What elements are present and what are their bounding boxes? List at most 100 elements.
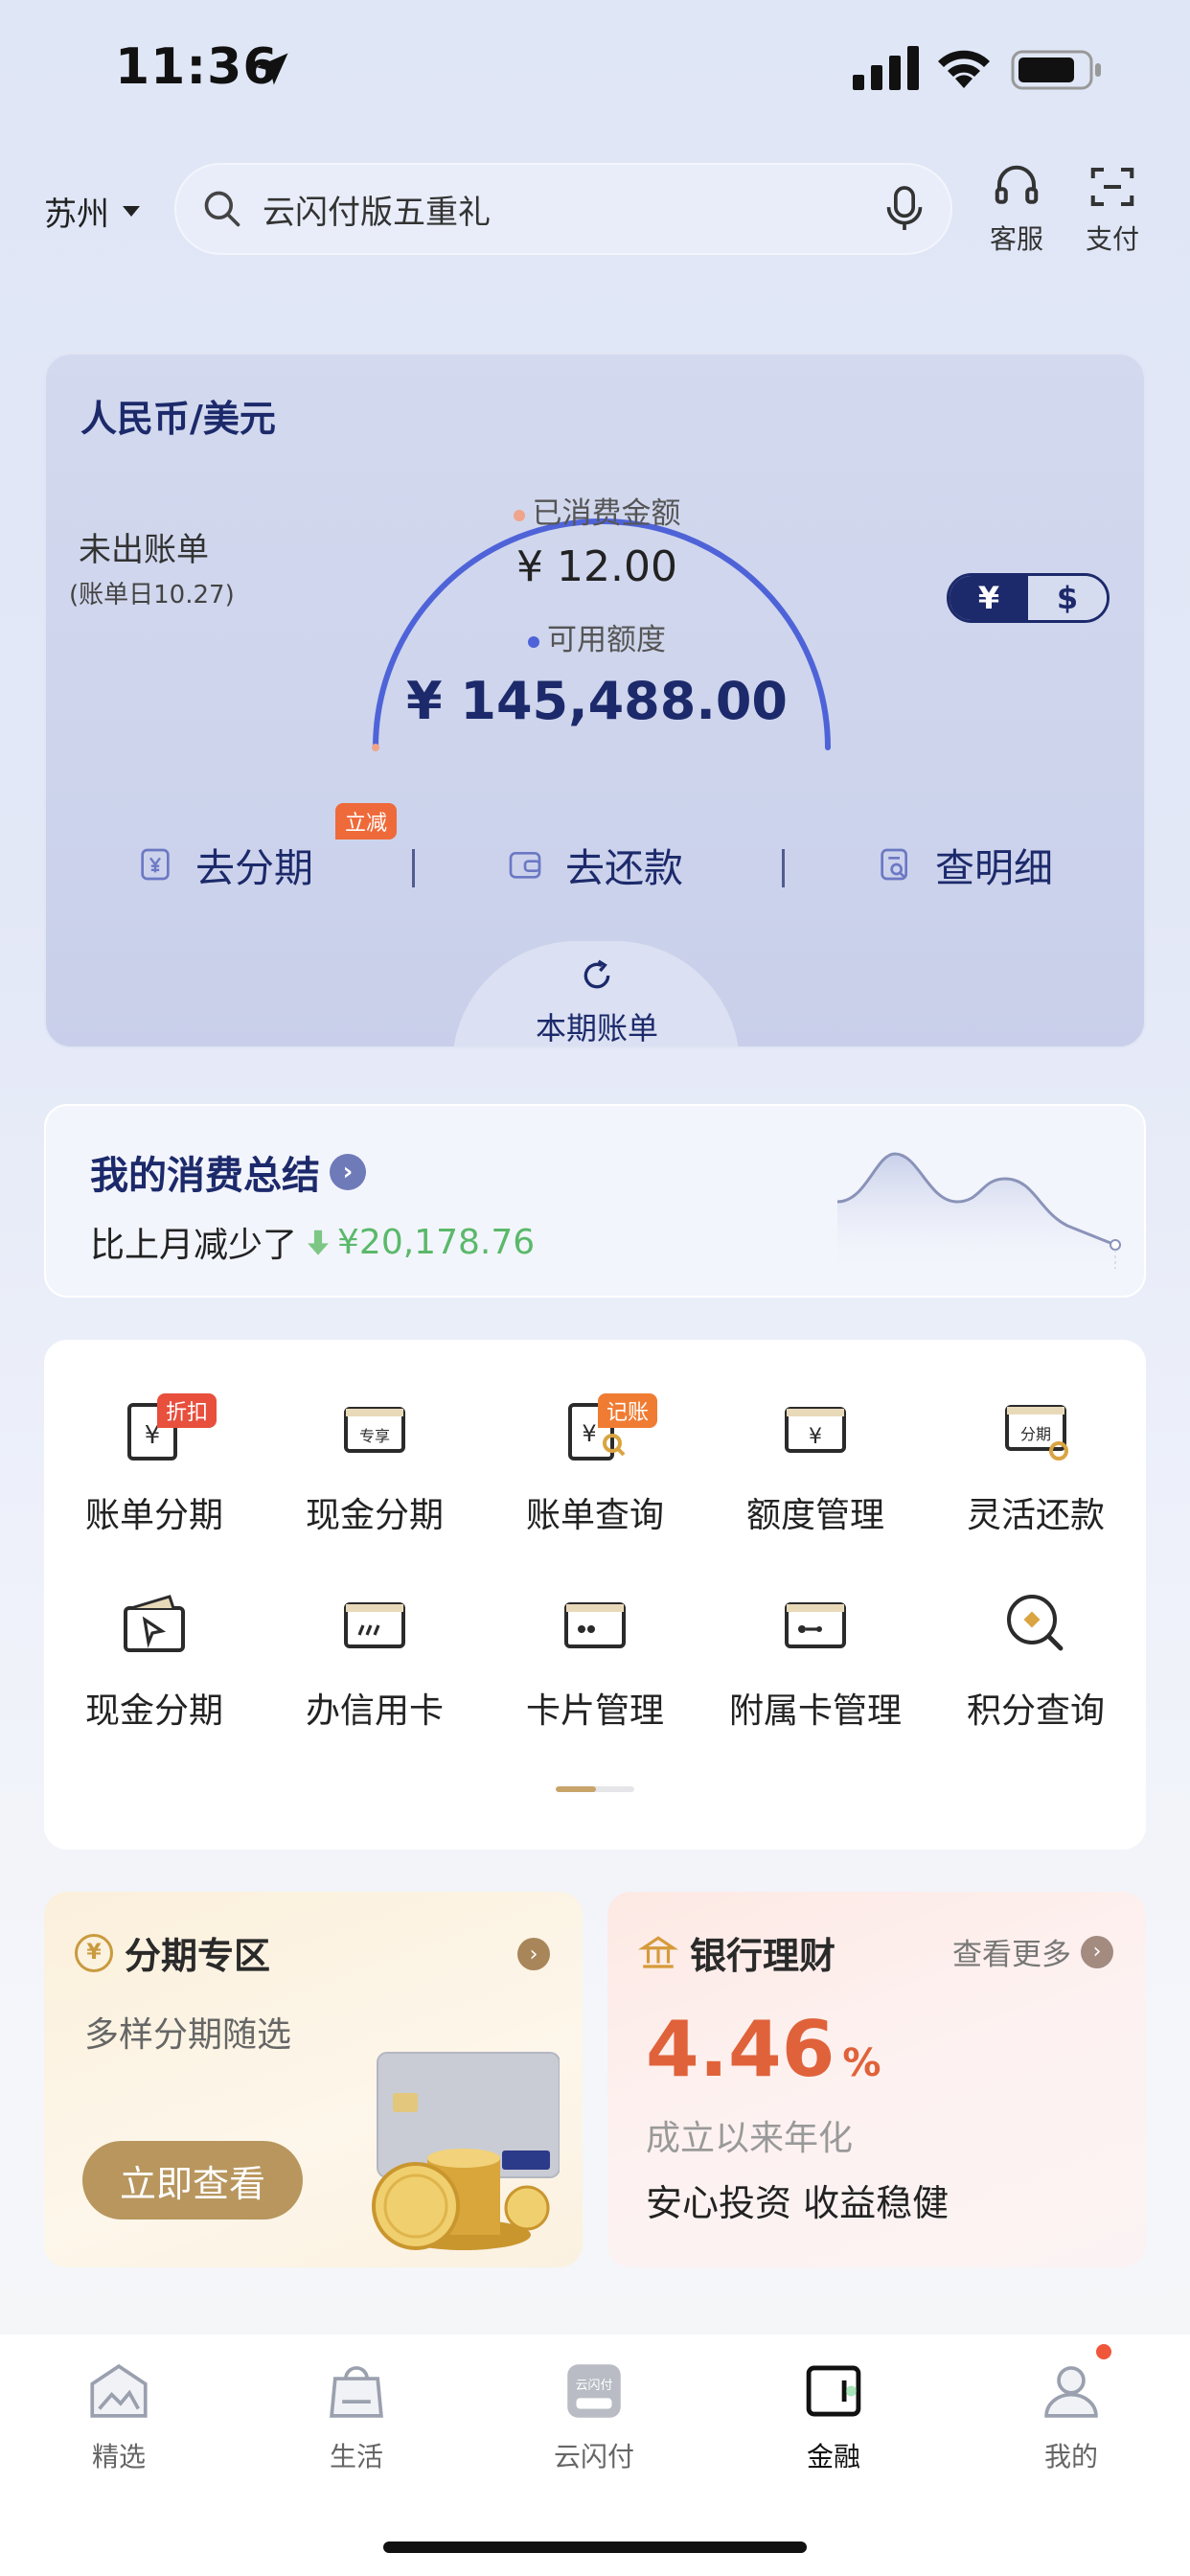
available-dot bbox=[528, 635, 539, 648]
menu-label: 账单分期 bbox=[84, 1496, 223, 1535]
battery-icon bbox=[1011, 50, 1101, 90]
menu-badge: 折扣 bbox=[157, 1393, 217, 1428]
repay-action-button[interactable]: 去还款 bbox=[506, 836, 683, 893]
home-indicator bbox=[383, 2542, 807, 2553]
available-value: ¥ 145,488.00 bbox=[406, 671, 788, 731]
cash-installment-exclusive-icon: 专享 bbox=[344, 1407, 405, 1453]
menu-label: 卡片管理 bbox=[525, 1691, 664, 1731]
microphone-icon[interactable] bbox=[883, 184, 926, 234]
wealth-slogan: 安心投资 收益稳健 bbox=[646, 2182, 950, 2224]
tab-featured[interactable]: 精选 bbox=[42, 2356, 195, 2474]
menu-item-limit-management[interactable]: ¥ 额度管理 bbox=[705, 1390, 926, 1572]
tab-label: 我的 bbox=[1043, 2441, 1098, 2472]
menu-label: 额度管理 bbox=[745, 1496, 884, 1535]
rate-description: 成立以来年化 bbox=[646, 2119, 854, 2158]
function-grid: ¥ 账单分期 折扣 专享 现金分期 ¥ 账单查询 记账 ¥ 额度管理 分期 灵活… bbox=[44, 1340, 1146, 1850]
tab-label: 金融 bbox=[806, 2441, 860, 2472]
menu-item-bill-installment[interactable]: ¥ 账单分期 bbox=[44, 1390, 264, 1572]
bank-wealth-card[interactable]: 银行理财 查看更多 › 4.46% 成立以来年化 安心投资 收益稳健 bbox=[607, 1892, 1146, 2267]
menu-badge: 记账 bbox=[598, 1393, 658, 1428]
see-more-label: 查看更多 bbox=[952, 1938, 1071, 1972]
chevron-right-icon[interactable]: › bbox=[517, 1938, 550, 1970]
summary-title: 我的消费总结 bbox=[90, 1154, 320, 1198]
down-arrow-icon bbox=[308, 1230, 329, 1255]
installment-yen-icon bbox=[141, 848, 170, 881]
installment-action-button[interactable]: 去分期 bbox=[136, 836, 313, 893]
svg-text:专享: 专享 bbox=[359, 1427, 390, 1445]
tab-mine[interactable]: 我的 bbox=[995, 2356, 1148, 2474]
currency-toggle[interactable]: ¥ $ bbox=[947, 573, 1110, 623]
details-action-button[interactable]: 查明细 bbox=[876, 836, 1053, 893]
view-now-button[interactable]: 立即查看 bbox=[82, 2141, 303, 2220]
menu-item-bill-query[interactable]: ¥ 账单查询 bbox=[485, 1390, 705, 1572]
menu-item-points-query[interactable]: 积分查询 bbox=[926, 1585, 1146, 1767]
current-period-label[interactable]: 本期账单 bbox=[46, 1004, 1144, 1046]
trend-sparkline bbox=[837, 1152, 1121, 1269]
city-selector[interactable]: 苏州 bbox=[44, 188, 140, 235]
apply-card-icon bbox=[344, 1602, 405, 1648]
rate-value: 4.46 bbox=[646, 2005, 835, 2094]
details-label: 查明细 bbox=[935, 845, 1053, 891]
chevron-right-icon: › bbox=[1081, 1935, 1113, 1968]
detail-search-icon bbox=[881, 848, 907, 881]
menu-item-wallet-cash[interactable]: 现金分期 bbox=[44, 1585, 264, 1767]
installment-zone-title: 分期专区 bbox=[125, 1935, 271, 1977]
svg-text:¥: ¥ bbox=[809, 1425, 822, 1449]
scan-pay-icon bbox=[1090, 167, 1134, 207]
menu-label: 积分查询 bbox=[966, 1691, 1105, 1731]
home-picture-icon bbox=[90, 2363, 148, 2418]
divider bbox=[412, 849, 415, 887]
currency-usd[interactable]: $ bbox=[1028, 576, 1107, 620]
tab-label: 精选 bbox=[91, 2441, 146, 2472]
wallet-icon bbox=[509, 852, 541, 879]
finance-wallet-icon bbox=[806, 2365, 861, 2417]
spent-label-row: 已消费金额 bbox=[46, 489, 1144, 532]
supplementary-card-icon bbox=[785, 1602, 846, 1648]
bill-card: 人民币/美元 未出账单 (账单日10.27) 已消费金额 ¥ 12.00 可用额… bbox=[44, 353, 1146, 1048]
customer-service-button[interactable]: 客服 bbox=[973, 161, 1060, 257]
chevron-right-icon: › bbox=[330, 1154, 366, 1190]
menu-item-flexible-repayment[interactable]: 分期 灵活还款 bbox=[926, 1390, 1146, 1572]
wifi-icon bbox=[938, 50, 990, 88]
menu-item-supplementary-card[interactable]: 附属卡管理 bbox=[705, 1585, 926, 1767]
repay-label: 去还款 bbox=[565, 845, 683, 891]
consumption-summary-card[interactable]: 我的消费总结 › 比上月减少了 ¥20,178.76 bbox=[44, 1104, 1146, 1298]
search-bar[interactable]: 云闪付版五重礼 bbox=[174, 163, 952, 255]
installment-zone-card[interactable]: ¥ 分期专区 › 多样分期随选 立即查看 bbox=[44, 1892, 583, 2267]
location-arrow-icon bbox=[256, 53, 288, 85]
discount-badge: 立减 bbox=[335, 803, 398, 840]
menu-item-cash-installment[interactable]: 专享 现金分期 bbox=[264, 1390, 485, 1572]
credit-card-coins-illustration bbox=[372, 2052, 560, 2250]
see-more-link[interactable]: 查看更多 › bbox=[952, 1930, 1113, 1973]
shopping-bag-icon bbox=[330, 2366, 383, 2418]
summary-amount: ¥20,178.76 bbox=[337, 1222, 536, 1262]
spent-dot bbox=[513, 509, 525, 521]
menu-item-apply-card[interactable]: 办信用卡 bbox=[264, 1585, 485, 1767]
flexible-repayment-icon: 分期 bbox=[1005, 1405, 1068, 1460]
signal-icon bbox=[853, 46, 919, 90]
svg-text:云闪付: 云闪付 bbox=[576, 2379, 613, 2393]
search-icon bbox=[204, 191, 240, 227]
pay-button[interactable]: 支付 bbox=[1069, 161, 1156, 257]
menu-label: 灵活还款 bbox=[966, 1496, 1105, 1535]
customer-service-label: 客服 bbox=[989, 223, 1043, 255]
currency-cny[interactable]: ¥ bbox=[950, 576, 1028, 620]
summary-sub-text: 比上月减少了 bbox=[90, 1226, 298, 1265]
menu-label: 附属卡管理 bbox=[728, 1691, 902, 1731]
wealth-rate: 4.46% bbox=[646, 2005, 881, 2094]
menu-label: 现金分期 bbox=[84, 1691, 223, 1731]
tab-unionpay[interactable]: 云闪付 云闪付 bbox=[517, 2356, 671, 2474]
available-label: 可用额度 bbox=[547, 623, 666, 657]
spent-label: 已消费金额 bbox=[532, 496, 681, 531]
summary-subtitle: 比上月减少了 ¥20,178.76 bbox=[90, 1217, 535, 1267]
search-placeholder: 云闪付版五重礼 bbox=[263, 193, 491, 232]
installment-zone-title-row: ¥ 分期专区 bbox=[75, 1926, 270, 1979]
card-management-icon bbox=[564, 1602, 626, 1648]
tab-finance[interactable]: 金融 bbox=[757, 2356, 910, 2474]
headset-icon bbox=[995, 165, 1039, 204]
tab-life[interactable]: 生活 bbox=[280, 2356, 433, 2474]
svg-text:分期: 分期 bbox=[1020, 1425, 1051, 1443]
summary-title-row: 我的消费总结 › bbox=[90, 1144, 366, 1200]
menu-label: 账单查询 bbox=[525, 1496, 664, 1535]
menu-item-card-management[interactable]: 卡片管理 bbox=[485, 1585, 705, 1767]
